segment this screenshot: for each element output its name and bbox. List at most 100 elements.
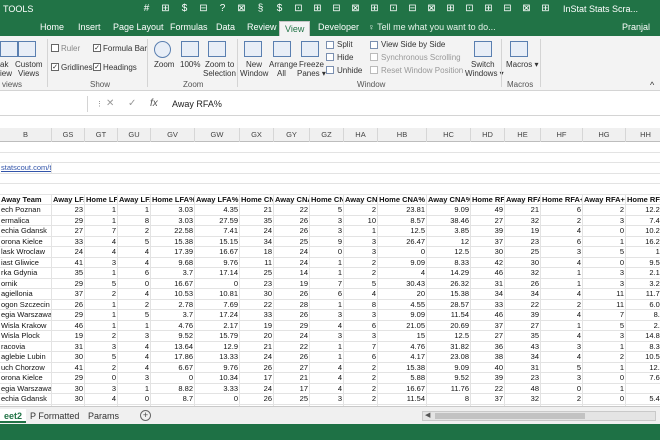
- data-cell[interactable]: 26: [274, 289, 310, 300]
- quick-access-icon[interactable]: ⊟: [197, 2, 210, 16]
- data-cell[interactable]: 3: [310, 226, 344, 237]
- data-cell[interactable]: 3: [344, 331, 378, 342]
- data-cell[interactable]: 4: [85, 394, 118, 405]
- hide-button[interactable]: Hide: [337, 53, 353, 62]
- data-cell[interactable]: 27: [274, 362, 310, 373]
- column-header[interactable]: GW: [195, 128, 240, 142]
- quick-access-icon[interactable]: ⊡: [463, 2, 476, 16]
- header-cell[interactable]: Away CNA: [274, 194, 310, 205]
- view-side-by-side-button[interactable]: View Side by Side: [381, 40, 445, 49]
- data-cell[interactable]: 22: [274, 205, 310, 216]
- data-cell[interactable]: egia Warszawa: [0, 310, 52, 321]
- data-cell[interactable]: 6: [541, 205, 583, 216]
- data-cell[interactable]: 3.23: [626, 279, 660, 290]
- data-cell[interactable]: 8.82: [151, 383, 195, 394]
- data-cell[interactable]: 37: [471, 320, 505, 331]
- data-cell[interactable]: uch Chorzow: [0, 362, 52, 373]
- unhide-icon[interactable]: [326, 66, 334, 74]
- data-cell[interactable]: 5.88: [378, 373, 427, 384]
- data-cell[interactable]: 26: [240, 394, 274, 405]
- data-cell[interactable]: 16.22: [626, 237, 660, 248]
- data-cell[interactable]: 24: [274, 247, 310, 258]
- data-cell[interactable]: 8.57: [378, 215, 427, 226]
- column-header[interactable]: GU: [118, 128, 151, 142]
- quick-access-icon[interactable]: ⊟: [330, 2, 343, 16]
- quick-access-icon[interactable]: ⊠: [235, 2, 248, 16]
- data-cell[interactable]: 0: [541, 383, 583, 394]
- data-cell[interactable]: 1: [541, 320, 583, 331]
- data-cell[interactable]: 1: [85, 205, 118, 216]
- data-cell[interactable]: 1: [118, 205, 151, 216]
- data-cell[interactable]: 3: [85, 257, 118, 268]
- data-cell[interactable]: 2: [541, 215, 583, 226]
- data-cell[interactable]: 10.53: [626, 352, 660, 363]
- data-cell[interactable]: 5: [85, 278, 118, 289]
- data-cell[interactable]: 4.76: [151, 320, 195, 331]
- data-cell[interactable]: 4: [541, 226, 583, 237]
- data-cell[interactable]: 26: [274, 310, 310, 321]
- data-cell[interactable]: 2: [344, 268, 378, 279]
- data-cell[interactable]: 20: [378, 289, 427, 300]
- data-cell[interactable]: 9.09: [378, 257, 427, 268]
- data-cell[interactable]: 1: [85, 268, 118, 279]
- data-cell[interactable]: 3.03: [151, 205, 195, 216]
- gridlines-checkbox[interactable]: ✓: [51, 63, 59, 71]
- data-cell[interactable]: 2: [344, 257, 378, 268]
- data-cell[interactable]: 2.7: [626, 321, 660, 332]
- data-cell[interactable]: 4: [310, 373, 344, 384]
- data-cell[interactable]: 21: [274, 373, 310, 384]
- column-header[interactable]: GT: [85, 128, 118, 142]
- data-cell[interactable]: 24: [240, 226, 274, 237]
- data-cell[interactable]: 4: [310, 362, 344, 373]
- column-header[interactable]: HB: [378, 128, 427, 142]
- name-box[interactable]: [0, 96, 88, 112]
- data-cell[interactable]: 31: [52, 341, 85, 352]
- link-cell[interactable]: statscout.com/tou: [0, 163, 52, 174]
- data-cell[interactable]: 4: [118, 341, 151, 352]
- column-header[interactable]: HC: [427, 128, 471, 142]
- data-cell[interactable]: 30: [471, 247, 505, 258]
- data-cell[interactable]: 8: [427, 394, 471, 405]
- data-cell[interactable]: 2: [583, 205, 626, 216]
- data-cell[interactable]: 17.39: [151, 247, 195, 258]
- headings-checkbox[interactable]: ✓: [93, 63, 101, 71]
- data-cell[interactable]: 17.24: [195, 310, 240, 321]
- data-cell[interactable]: 2.78: [151, 299, 195, 310]
- data-cell[interactable]: 3: [85, 383, 118, 394]
- data-cell[interactable]: 4: [310, 383, 344, 394]
- data-cell[interactable]: 21: [240, 341, 274, 352]
- split-button[interactable]: Split: [337, 40, 353, 49]
- data-cell[interactable]: racovia: [0, 341, 52, 352]
- data-cell[interactable]: 15.38: [427, 289, 471, 300]
- formula-input[interactable]: Away RFA%: [172, 99, 222, 109]
- quick-access-icon[interactable]: ⊞: [368, 2, 381, 16]
- header-cell[interactable]: Away LFA%: [195, 194, 240, 205]
- quick-access-icon[interactable]: ⊠: [349, 2, 362, 16]
- split-icon[interactable]: [326, 41, 334, 49]
- data-cell[interactable]: 14: [274, 268, 310, 279]
- header-cell[interactable]: Home RFA: [471, 194, 505, 205]
- scroll-left-icon[interactable]: ◀: [425, 411, 430, 419]
- data-cell[interactable]: ornik: [0, 278, 52, 289]
- data-cell[interactable]: 30.43: [378, 278, 427, 289]
- data-cell[interactable]: 2: [85, 289, 118, 300]
- column-header[interactable]: HE: [505, 128, 541, 142]
- quick-access-icon[interactable]: ⊞: [444, 2, 457, 16]
- data-cell[interactable]: 4: [541, 331, 583, 342]
- data-cell[interactable]: 39: [471, 373, 505, 384]
- data-cell[interactable]: 11.54: [427, 310, 471, 321]
- data-cell[interactable]: 7.69: [195, 299, 240, 310]
- data-cell[interactable]: 7: [344, 341, 378, 352]
- data-cell[interactable]: 35: [505, 331, 541, 342]
- data-cell[interactable]: 3: [344, 236, 378, 247]
- data-cell[interactable]: 1: [85, 299, 118, 310]
- new-window-icon[interactable]: [244, 41, 262, 57]
- data-cell[interactable]: 1: [310, 257, 344, 268]
- data-cell[interactable]: 6.06: [626, 300, 660, 311]
- quick-access-icon[interactable]: ⊞: [482, 2, 495, 16]
- data-cell[interactable]: 26: [274, 215, 310, 226]
- data-cell[interactable]: 3.03: [151, 215, 195, 226]
- quick-access-icon[interactable]: ?: [216, 2, 229, 16]
- data-cell[interactable]: 21: [240, 205, 274, 216]
- data-cell[interactable]: 17: [240, 373, 274, 384]
